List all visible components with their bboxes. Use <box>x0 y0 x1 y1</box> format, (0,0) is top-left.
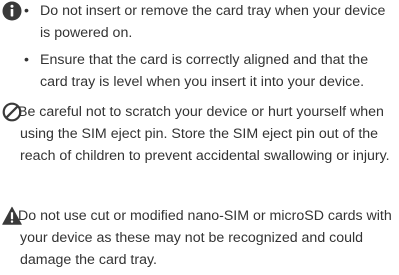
warning-text: Do not use cut or modified nano-SIM or m… <box>18 208 392 268</box>
safety-notices-document: • Do not insert or remove the card tray … <box>0 0 399 275</box>
caution-bullet-text: Ensure that the card is correctly aligne… <box>40 52 369 90</box>
prohibited-text: Be careful not to scratch your device or… <box>18 104 390 164</box>
bullet-dot-icon: • <box>24 52 29 68</box>
warning-notice: Do not use cut or modified nano-SIM or m… <box>0 205 399 275</box>
caution-bullet-item: • Do not insert or remove the card tray … <box>22 0 397 44</box>
caution-bullet-item: • Ensure that the card is correctly alig… <box>22 49 397 93</box>
caution-bullet-list: • Do not insert or remove the card tray … <box>22 0 397 98</box>
caution-notice: • Do not insert or remove the card tray … <box>0 0 399 90</box>
bullet-dot-icon: • <box>24 3 29 19</box>
prohibited-notice: Be careful not to scratch your device or… <box>0 101 399 191</box>
caution-bullet-text: Do not insert or remove the card tray wh… <box>40 3 386 41</box>
info-circle-icon <box>2 1 22 21</box>
